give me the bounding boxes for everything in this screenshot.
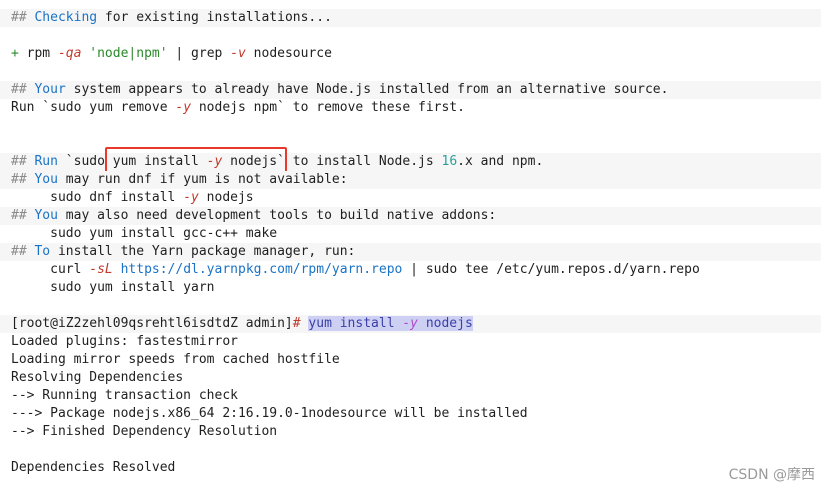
watermark-text: CSDN @󠀠󠀠摩󠀠西󠀠󠀠 <box>728 467 815 483</box>
log-line: Dependencies Resolved <box>11 460 176 475</box>
log-line: Resolving Dependencies <box>11 370 184 385</box>
log-line: sudo yum install yarn <box>11 280 215 295</box>
log-line: sudo yum install gcc-c++ make <box>11 226 278 241</box>
log-line: ## You may run dnf if yum is not availab… <box>0 171 821 189</box>
log-line: sudo dnf install -y nodejs <box>11 190 254 205</box>
log-line: Run `sudo yum remove -y nodejs npm` to r… <box>11 100 465 115</box>
log-line: curl -sL https://dl.yarnpkg.com/rpm/yarn… <box>11 262 700 277</box>
log-line: ## Your system appears to already have N… <box>0 81 821 99</box>
log-line: --> Finished Dependency Resolution <box>11 424 278 439</box>
terminal-output: ## Checking for existing installations..… <box>0 0 821 494</box>
log-line: ## Checking for existing installations..… <box>0 9 821 27</box>
log-line: ## To install the Yarn package manager, … <box>0 243 821 261</box>
log-line: Loading mirror speeds from cached hostfi… <box>11 352 340 367</box>
log-line: --> Running transaction check <box>11 388 238 403</box>
log-line: Loaded plugins: fastestmirror <box>11 334 238 349</box>
log-line: ## You may also need development tools t… <box>0 207 821 225</box>
prompt-line: [root@iZ2zehl09qsrehtl6isdtdZ admin]# yu… <box>0 315 821 333</box>
log-line: + rpm -qa 'node|npm' | grep -v nodesourc… <box>11 46 332 61</box>
log-line: ---> Package nodejs.x86_64 2:16.19.0-1no… <box>11 406 528 421</box>
